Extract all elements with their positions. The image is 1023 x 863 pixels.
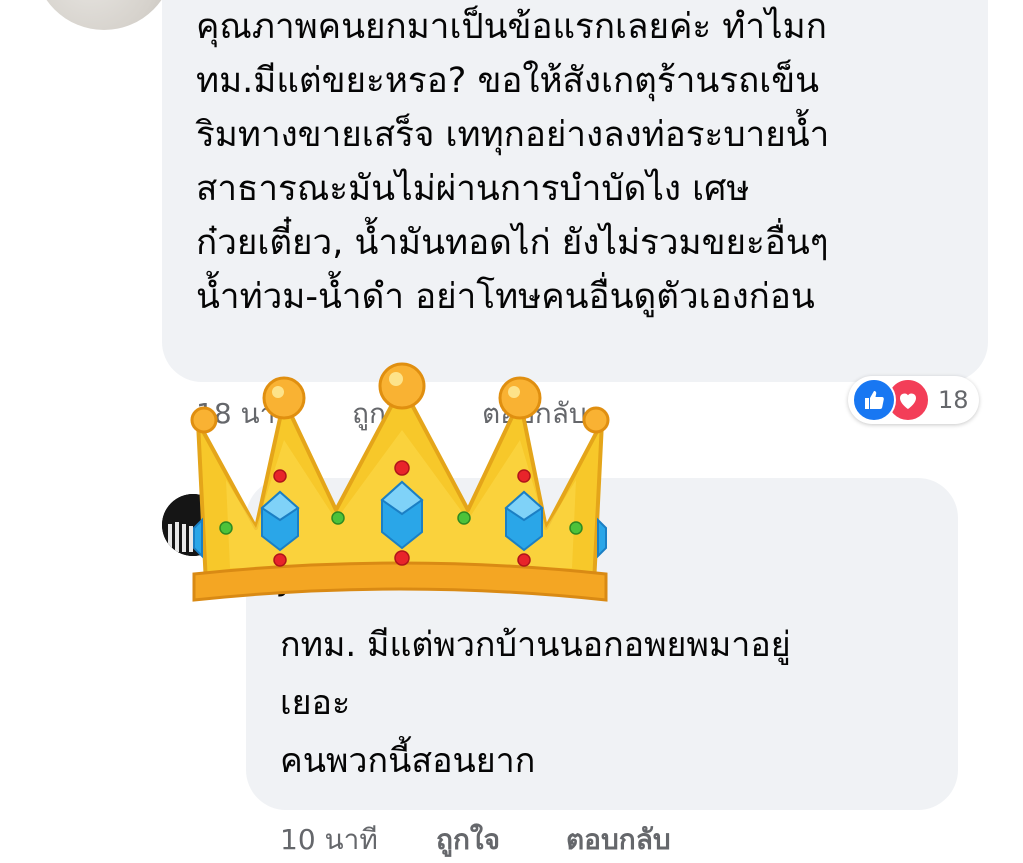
comment-thread: คุณภาพคนยกมาเป็นข้อแรกเลยค่ะ ทำไมก ทม.มี…: [0, 0, 1023, 863]
thumbs-up-icon: [852, 378, 896, 422]
comment-line: น้ำท่วม-น้ำดำ อย่าโทษคนอื่นดูตัวเองก่อน: [196, 277, 815, 317]
comment-text: คุณภาพคนยกมาเป็นข้อแรกเลยค่ะ ทำไมก ทม.มี…: [196, 0, 976, 324]
comment-line: ทม.มีแต่ขยะหรอ? ขอให้สังเกตุร้านรถเข็น: [196, 61, 820, 101]
reaction-count: 18: [938, 386, 969, 414]
comment-line: ริมทางขายเสร็จ เททุกอย่างลงท่อระบายน้ำ: [196, 115, 830, 155]
comment-time[interactable]: 10 นาที: [280, 818, 378, 862]
comment-line: เยอะ: [280, 683, 351, 723]
commenter-avatar[interactable]: [34, 0, 174, 30]
comment-line: กทม. มีแต่พวกบ้านนอกอพยพมาอยู่: [280, 625, 791, 665]
like-link[interactable]: ถูกใจ: [436, 818, 500, 862]
comment-text: กทม. มีแต่พวกบ้านนอกอพยพมาอยู่ เยอะ คนพว…: [280, 616, 940, 790]
comment-line: คนพวกนี้สอนยาก: [280, 741, 536, 781]
comment-line: คุณภาพคนยกมาเป็นข้อแรกเลยค่ะ ทำไมก: [196, 7, 827, 47]
reaction-summary[interactable]: 18: [848, 376, 979, 424]
comment-line: สาธารณะมันไม่ผ่านการบำบัดไง เศษ: [196, 169, 750, 209]
reply-link[interactable]: ตอบกลับ: [566, 818, 671, 862]
crown-icon: [190, 362, 610, 602]
comment-line: ก๋วยเตี๋ยว, น้ำมันทอดไก่ ยังไม่รวมขยะอื่…: [196, 223, 829, 263]
